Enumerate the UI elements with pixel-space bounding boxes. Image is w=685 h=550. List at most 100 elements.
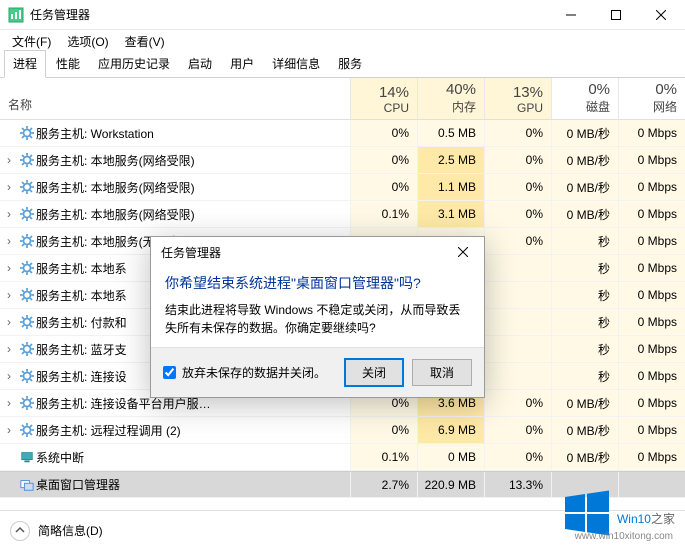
tabs: 进程 性能 应用历史记录 启动 用户 详细信息 服务 bbox=[0, 52, 685, 78]
cell-disk: 0 MB/秒 bbox=[551, 201, 618, 227]
col-net[interactable]: 0%网络 bbox=[618, 78, 685, 119]
tab-performance[interactable]: 性能 bbox=[48, 51, 88, 77]
cell-gpu: 0% bbox=[484, 390, 551, 416]
dialog-close-action-button[interactable]: 关闭 bbox=[344, 358, 404, 387]
maximize-button[interactable] bbox=[593, 0, 638, 30]
table-row[interactable]: ›服务主机: 远程过程调用 (2)0%6.9 MB0%0 MB/秒0 Mbps bbox=[0, 417, 685, 444]
cell-net: 0 Mbps bbox=[618, 255, 685, 281]
tab-startup[interactable]: 启动 bbox=[180, 51, 220, 77]
cell-gpu: 0% bbox=[484, 147, 551, 173]
table-row[interactable]: ›服务主机: 本地服务(网络受限)0%2.5 MB0%0 MB/秒0 Mbps bbox=[0, 147, 685, 174]
cell-gpu: 0% bbox=[484, 417, 551, 443]
table-row[interactable]: ›服务主机: 本地服务(网络受限)0.1%3.1 MB0%0 MB/秒0 Mbp… bbox=[0, 201, 685, 228]
expand-toggle[interactable]: › bbox=[0, 396, 18, 410]
minimize-button[interactable] bbox=[548, 0, 593, 30]
cell-mem: 2.5 MB bbox=[417, 147, 484, 173]
table-row[interactable]: 服务主机: Workstation0%0.5 MB0%0 MB/秒0 Mbps bbox=[0, 120, 685, 147]
expand-toggle[interactable]: › bbox=[0, 180, 18, 194]
menubar: 文件(F) 选项(O) 查看(V) bbox=[0, 30, 685, 52]
process-icon bbox=[18, 315, 36, 329]
cell-cpu: 0.1% bbox=[350, 444, 417, 470]
process-name: 服务主机: 本地服务(网络受限) bbox=[36, 206, 350, 223]
col-cpu[interactable]: 14%CPU bbox=[350, 78, 417, 119]
cell-disk: 秒 bbox=[551, 255, 618, 281]
process-name: 服务主机: 远程过程调用 (2) bbox=[36, 422, 350, 439]
cell-disk: 0 MB/秒 bbox=[551, 417, 618, 443]
cell-mem: 0 MB bbox=[417, 444, 484, 470]
cell-gpu bbox=[484, 336, 551, 362]
cell-mem: 0.5 MB bbox=[417, 120, 484, 146]
close-icon bbox=[458, 247, 468, 257]
expand-toggle[interactable]: › bbox=[0, 234, 18, 248]
cell-net: 0 Mbps bbox=[618, 309, 685, 335]
tab-processes[interactable]: 进程 bbox=[4, 50, 46, 78]
fewer-details-button[interactable] bbox=[10, 521, 30, 541]
cell-disk: 0 MB/秒 bbox=[551, 120, 618, 146]
cell-disk: 秒 bbox=[551, 336, 618, 362]
chevron-up-icon bbox=[15, 526, 25, 536]
cell-mem: 6.9 MB bbox=[417, 417, 484, 443]
col-name[interactable]: 名称 bbox=[0, 78, 350, 119]
window-title: 任务管理器 bbox=[30, 6, 548, 23]
process-icon bbox=[18, 342, 36, 356]
expand-toggle[interactable]: › bbox=[0, 288, 18, 302]
table-row[interactable]: 桌面窗口管理器2.7%220.9 MB13.3% bbox=[0, 471, 685, 498]
expand-toggle[interactable]: › bbox=[0, 153, 18, 167]
cell-net: 0 Mbps bbox=[618, 228, 685, 254]
cell-cpu: 0% bbox=[350, 174, 417, 200]
menu-file[interactable]: 文件(F) bbox=[6, 31, 57, 52]
tab-app-history[interactable]: 应用历史记录 bbox=[90, 51, 178, 77]
menu-view[interactable]: 查看(V) bbox=[119, 31, 171, 52]
cell-mem: 1.1 MB bbox=[417, 174, 484, 200]
cell-gpu bbox=[484, 255, 551, 281]
cell-cpu: 0% bbox=[350, 120, 417, 146]
cell-net: 0 Mbps bbox=[618, 201, 685, 227]
col-gpu[interactable]: 13%GPU bbox=[484, 78, 551, 119]
dialog-heading: 你希望结束系统进程"桌面窗口管理器"吗? bbox=[165, 273, 470, 293]
process-icon bbox=[18, 369, 36, 383]
cell-disk: 0 MB/秒 bbox=[551, 390, 618, 416]
close-button[interactable] bbox=[638, 0, 683, 30]
cell-cpu: 0.1% bbox=[350, 201, 417, 227]
col-disk[interactable]: 0%磁盘 bbox=[551, 78, 618, 119]
expand-toggle[interactable]: › bbox=[0, 423, 18, 437]
cell-disk: 0 MB/秒 bbox=[551, 174, 618, 200]
dialog-message: 结束此进程将导致 Windows 不稳定或关闭，从而导致丢失所有未保存的数据。你… bbox=[165, 301, 470, 337]
cell-net: 0 Mbps bbox=[618, 174, 685, 200]
abandon-data-checkbox[interactable] bbox=[163, 366, 176, 379]
tab-users[interactable]: 用户 bbox=[222, 51, 262, 77]
process-name: 系统中断 bbox=[36, 449, 350, 466]
expand-toggle[interactable]: › bbox=[0, 342, 18, 356]
process-name: 桌面窗口管理器 bbox=[36, 476, 350, 493]
process-icon bbox=[18, 423, 36, 437]
fewer-details-label[interactable]: 简略信息(D) bbox=[38, 522, 103, 539]
col-mem[interactable]: 40%内存 bbox=[417, 78, 484, 119]
table-row[interactable]: ›服务主机: 本地服务(网络受限)0%1.1 MB0%0 MB/秒0 Mbps bbox=[0, 174, 685, 201]
expand-toggle[interactable]: › bbox=[0, 315, 18, 329]
dialog-checkbox[interactable]: 放弃未保存的数据并关闭。 bbox=[163, 364, 336, 381]
cell-net: 0 Mbps bbox=[618, 147, 685, 173]
expand-toggle[interactable]: › bbox=[0, 369, 18, 383]
tab-details[interactable]: 详细信息 bbox=[264, 51, 328, 77]
process-icon bbox=[18, 288, 36, 302]
process-icon bbox=[18, 478, 36, 492]
process-icon bbox=[18, 153, 36, 167]
cell-disk bbox=[551, 472, 618, 497]
process-icon bbox=[18, 180, 36, 194]
table-row[interactable]: 系统中断0.1%0 MB0%0 MB/秒0 Mbps bbox=[0, 444, 685, 471]
expand-toggle[interactable]: › bbox=[0, 261, 18, 275]
tab-services[interactable]: 服务 bbox=[330, 51, 370, 77]
cell-net: 0 Mbps bbox=[618, 120, 685, 146]
expand-toggle[interactable]: › bbox=[0, 207, 18, 221]
column-header: 名称 14%CPU 40%内存 13%GPU 0%磁盘 0%网络 bbox=[0, 78, 685, 120]
titlebar: 任务管理器 bbox=[0, 0, 685, 30]
cell-gpu: 0% bbox=[484, 228, 551, 254]
cell-net: 0 Mbps bbox=[618, 363, 685, 389]
cell-net bbox=[618, 472, 685, 497]
menu-options[interactable]: 选项(O) bbox=[61, 31, 114, 52]
cell-net: 0 Mbps bbox=[618, 282, 685, 308]
cell-disk: 秒 bbox=[551, 228, 618, 254]
dialog-close-button[interactable] bbox=[448, 237, 478, 267]
cell-gpu: 0% bbox=[484, 444, 551, 470]
dialog-cancel-button[interactable]: 取消 bbox=[412, 359, 472, 386]
